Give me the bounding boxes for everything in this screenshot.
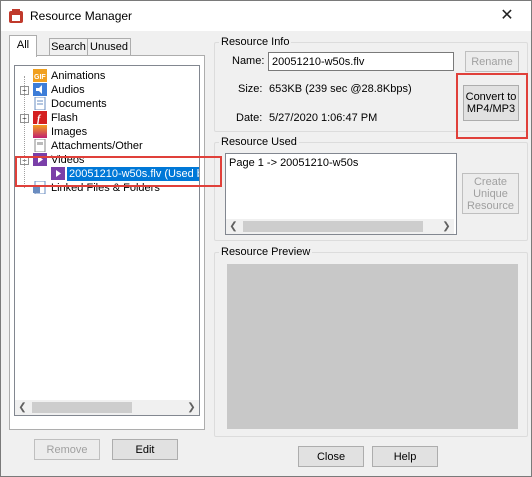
convert-highlight-box (456, 73, 528, 139)
edit-button[interactable]: Edit (112, 439, 178, 460)
tree-item-label: Flash (51, 112, 78, 124)
remove-button[interactable]: Remove (34, 439, 100, 460)
resource-preview-area (227, 264, 518, 429)
app-icon (9, 9, 23, 23)
flash-icon: f (33, 111, 47, 124)
tree-horizontal-scrollbar[interactable]: ❮ ❯ (14, 400, 200, 416)
help-button[interactable]: Help (372, 446, 438, 467)
create-unique-resource-button[interactable]: Create Unique Resource (462, 173, 519, 214)
tree-item-label: Documents (51, 98, 107, 110)
tree-item-label: Audios (51, 84, 85, 96)
list-item[interactable]: Page 1 -> 20051210-w50s (229, 157, 358, 169)
svg-text:GIF: GIF (34, 74, 46, 81)
window-title: Resource Manager (30, 9, 133, 23)
scroll-left-icon[interactable]: ❮ (226, 219, 241, 234)
attachment-icon (34, 139, 46, 152)
date-label: Date: (236, 112, 263, 124)
scroll-right-icon[interactable]: ❯ (184, 400, 199, 415)
resource-preview-legend: Resource Preview (219, 246, 313, 258)
tab-search[interactable]: Search (49, 38, 88, 55)
scroll-right-icon[interactable]: ❯ (439, 219, 454, 234)
resource-manager-window: Resource Manager ✕ All Search Unused GIF… (0, 0, 532, 477)
resource-info-legend: Resource Info (219, 36, 292, 48)
resource-tree[interactable]: GIF Animations + Audios Documents + f Fl… (14, 65, 200, 402)
scroll-thumb[interactable] (243, 221, 423, 232)
tree-item-label: Animations (51, 70, 106, 82)
tab-unused[interactable]: Unused (87, 38, 131, 55)
list-horizontal-scrollbar[interactable]: ❮ ❯ (226, 219, 454, 234)
tab-all[interactable]: All (9, 35, 37, 57)
close-window-button[interactable]: ✕ (495, 5, 519, 27)
document-icon (34, 97, 46, 110)
image-icon (33, 125, 47, 138)
scroll-thumb[interactable] (32, 402, 132, 413)
close-icon: ✕ (500, 7, 514, 24)
tree-item-label: Attachments/Other (51, 140, 143, 152)
selection-highlight-box (15, 156, 222, 187)
size-value: 653KB (239 sec @28.8Kbps) (269, 83, 412, 95)
title-bar[interactable]: Resource Manager ✕ (1, 1, 531, 31)
tab-panel-all: GIF Animations + Audios Documents + f Fl… (9, 55, 205, 430)
date-value: 5/27/2020 1:06:47 PM (269, 112, 378, 124)
resource-used-legend: Resource Used (219, 136, 299, 148)
name-field[interactable]: 20051210-w50s.flv (268, 52, 454, 71)
rename-button[interactable]: Rename (465, 51, 519, 72)
gif-icon: GIF (33, 69, 47, 82)
size-label: Size: (238, 83, 263, 95)
audio-icon (33, 83, 47, 96)
scroll-left-icon[interactable]: ❮ (15, 400, 30, 415)
name-label: Name: (232, 55, 265, 67)
tree-item-label: Images (51, 126, 88, 138)
resource-used-list[interactable]: Page 1 -> 20051210-w50s ❮ ❯ (225, 153, 457, 235)
close-button[interactable]: Close (298, 446, 364, 467)
